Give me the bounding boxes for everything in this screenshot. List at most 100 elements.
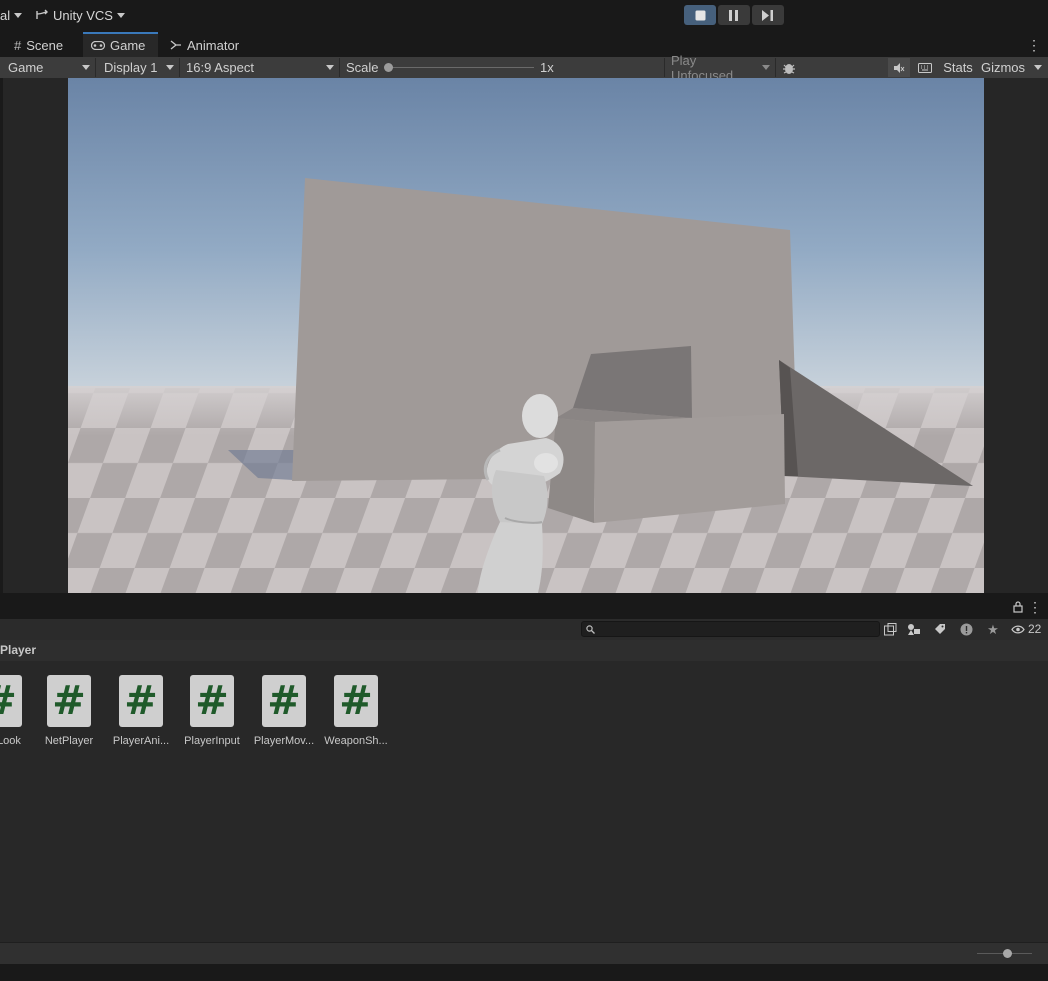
- chevron-down-icon: [166, 65, 174, 70]
- stats-button[interactable]: Stats: [940, 58, 976, 77]
- tab-scene-label: Scene: [26, 37, 64, 53]
- play-mode-dropdown[interactable]: Play Unfocused: [664, 53, 776, 83]
- game-viewport[interactable]: [68, 78, 984, 593]
- main-toolbar: [0, 0, 1048, 32]
- left-panel-edge: [0, 78, 3, 593]
- view-mode-dropdown[interactable]: Game: [2, 58, 96, 77]
- hash-grid-icon: #: [14, 37, 22, 53]
- layout-dropdown[interactable]: al: [0, 6, 23, 24]
- shapes-icon: [908, 624, 920, 635]
- status-bar: [0, 964, 1048, 981]
- gizmos-button[interactable]: Gizmos: [978, 58, 1028, 77]
- asset-item-playermovement[interactable]: # PlayerMov...: [254, 675, 314, 747]
- kebab-icon: ⋮: [1027, 37, 1041, 53]
- chevron-down-icon: [762, 65, 770, 70]
- panel-menu-button[interactable]: ⋮: [1028, 599, 1042, 615]
- asset-label: PlayerMov...: [253, 735, 315, 747]
- tab-menu-button[interactable]: ⋮: [1027, 37, 1041, 53]
- search-icon: [586, 624, 595, 634]
- csharp-hash-icon: #: [267, 678, 301, 724]
- chevron-down-icon: [82, 65, 90, 70]
- asset-label: PlayerAni...: [112, 735, 170, 747]
- step-button[interactable]: [752, 5, 784, 25]
- mute-icon: [894, 62, 905, 73]
- visible-count: 22: [1028, 622, 1042, 636]
- pause-button[interactable]: [718, 5, 750, 25]
- aspect-dropdown[interactable]: 16:9 Aspect: [180, 58, 340, 77]
- tab-game-label: Game: [110, 38, 146, 53]
- eye-icon: [1011, 625, 1025, 633]
- asset-item-playeranimator[interactable]: # PlayerAni...: [111, 675, 171, 747]
- chevron-down-icon: [326, 65, 334, 70]
- scale-slider-track[interactable]: [386, 67, 534, 68]
- csharp-hash-icon: #: [0, 681, 17, 721]
- gizmos-dropdown[interactable]: [1030, 58, 1046, 77]
- csharp-hash-icon: #: [339, 678, 373, 724]
- script-file-icon: #: [119, 675, 163, 727]
- stop-icon: [695, 10, 705, 20]
- search-by-type-button[interactable]: [882, 621, 898, 637]
- tab-animator[interactable]: Animator: [162, 33, 247, 57]
- cube-front: [594, 414, 785, 523]
- script-file-icon: #: [262, 675, 306, 727]
- tab-game[interactable]: Game: [83, 32, 158, 57]
- asset-label: WeaponSh...: [324, 735, 388, 747]
- project-footer: [0, 942, 1048, 965]
- csharp-hash-icon: #: [195, 678, 229, 724]
- keyboard-icon: [918, 62, 932, 73]
- asset-item-look[interactable]: # Look: [0, 675, 30, 747]
- lock-icon: [1013, 601, 1023, 613]
- animator-icon: [170, 40, 181, 50]
- mute-audio-button[interactable]: [888, 58, 910, 77]
- warning-circle-icon: [960, 623, 972, 635]
- display-dropdown[interactable]: Display 1: [98, 58, 180, 77]
- filter-by-label-button[interactable]: [932, 621, 948, 637]
- log-type-button[interactable]: [958, 621, 974, 637]
- shortcuts-button[interactable]: [914, 58, 936, 77]
- star-icon: ★: [987, 621, 999, 637]
- search-input[interactable]: [599, 622, 873, 636]
- script-file-icon: #: [47, 675, 91, 727]
- tab-animator-label: Animator: [187, 37, 240, 53]
- chevron-down-icon: [116, 12, 125, 18]
- view-mode-label: Game: [8, 60, 44, 75]
- debug-button[interactable]: [778, 58, 800, 77]
- pause-icon: [729, 9, 738, 21]
- chevron-down-icon: [1034, 65, 1042, 70]
- visibility-count[interactable]: 22: [1011, 621, 1041, 637]
- aspect-label: 16:9 Aspect: [186, 60, 254, 75]
- search-window-icon: [883, 622, 896, 635]
- asset-item-playerinput[interactable]: # PlayerInput: [182, 675, 242, 747]
- scale-value: 1x: [540, 60, 554, 75]
- favorites-button[interactable]: ★: [985, 621, 1001, 637]
- asset-item-weaponshooting[interactable]: # WeaponSh...: [324, 675, 388, 747]
- tab-scene[interactable]: # Scene: [6, 33, 71, 57]
- play-button[interactable]: [684, 5, 716, 25]
- asset-label: PlayerInput: [184, 735, 240, 747]
- icon-size-slider-thumb[interactable]: [1002, 949, 1012, 958]
- csharp-hash-icon: #: [124, 678, 158, 724]
- lock-button[interactable]: [1012, 600, 1024, 614]
- csharp-hash-icon: #: [52, 678, 86, 724]
- kebab-icon: ⋮: [1028, 599, 1042, 615]
- layout-dropdown-label: al: [0, 7, 11, 23]
- vcs-dropdown[interactable]: Unity VCS: [35, 6, 125, 24]
- game-render: [68, 78, 984, 593]
- script-file-icon: #: [190, 675, 234, 727]
- script-file-icon: #: [334, 675, 378, 727]
- breadcrumb[interactable]: Player: [0, 643, 36, 657]
- asset-item-netplayer[interactable]: # NetPlayer: [39, 675, 99, 747]
- scale-slider-thumb[interactable]: [384, 63, 393, 72]
- bug-icon: [783, 63, 795, 74]
- asset-label: Look: [0, 735, 21, 747]
- branch-icon: [36, 9, 48, 19]
- gamepad-icon: [91, 41, 105, 50]
- asset-label: NetPlayer: [44, 735, 94, 747]
- search-field[interactable]: [581, 621, 880, 637]
- step-icon: [762, 9, 773, 21]
- cube-recess: [573, 346, 692, 418]
- filter-by-type-button[interactable]: [906, 621, 922, 637]
- project-panel-header: [0, 593, 1048, 619]
- vcs-label: Unity VCS: [53, 7, 113, 23]
- tag-icon: [935, 624, 945, 634]
